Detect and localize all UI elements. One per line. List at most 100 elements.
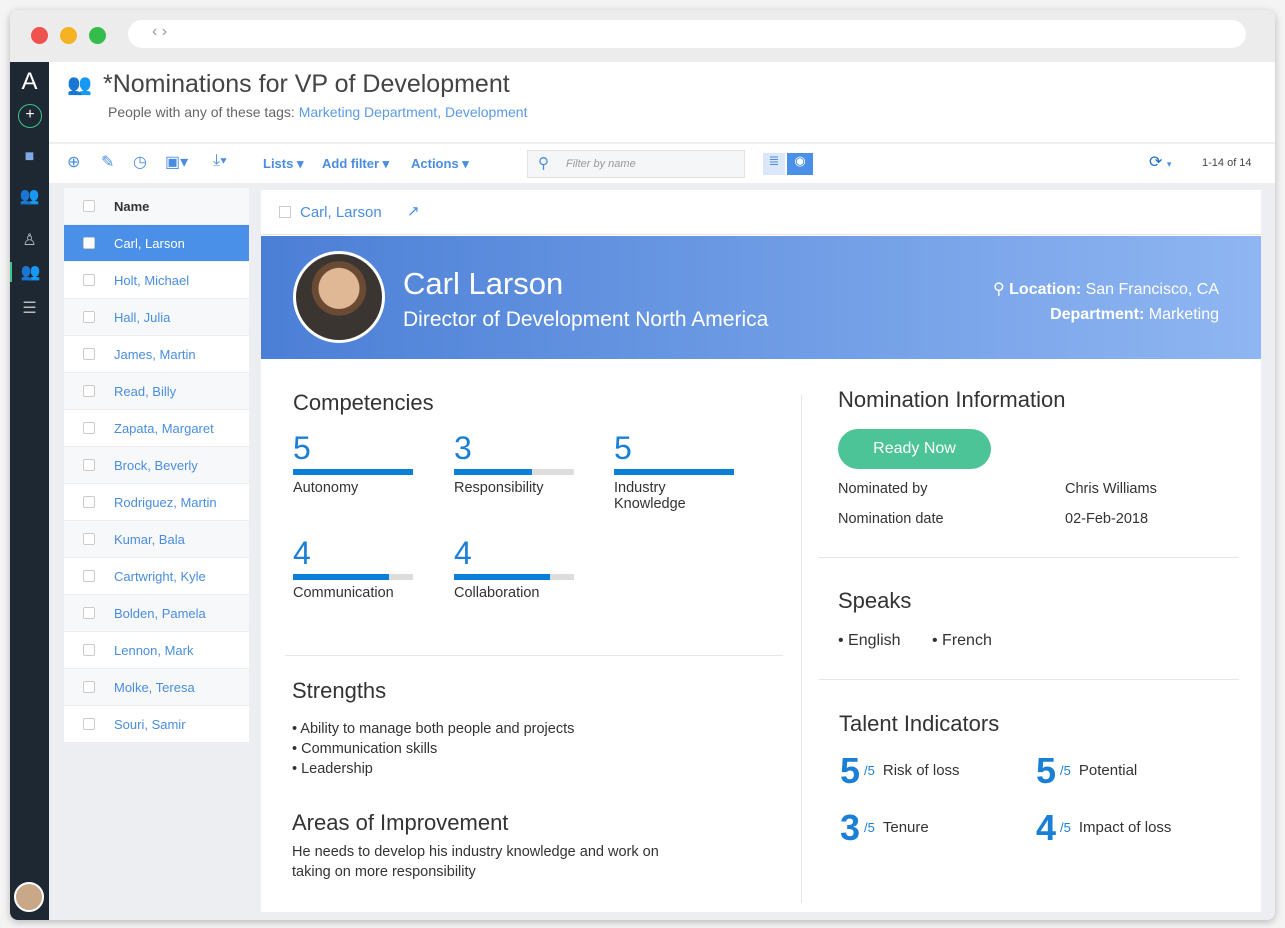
row-checkbox[interactable] <box>83 718 95 730</box>
download-icon[interactable]: ⤓▾ <box>213 152 227 170</box>
person-name[interactable]: Rodriguez, Martin <box>114 495 217 510</box>
competency: 5 Industry Knowledge <box>614 430 734 512</box>
person-name[interactable]: Lennon, Mark <box>114 643 194 658</box>
list-item[interactable]: Bolden, Pamela <box>64 595 249 632</box>
address-bar[interactable]: ‹ › <box>128 20 1246 48</box>
actions-menu[interactable]: Actions ▾ <box>411 156 469 172</box>
detail-panel: Carl, Larson ↗ Carl Larson Director of D… <box>261 190 1261 912</box>
app-logo: A <box>21 68 38 95</box>
row-checkbox[interactable] <box>83 644 95 656</box>
improvement-text: He needs to develop his industry knowled… <box>292 844 659 880</box>
filter-by-name-input[interactable]: ⚲ Filter by name <box>527 150 745 178</box>
row-checkbox[interactable] <box>83 274 95 286</box>
person-name[interactable]: Carl, Larson <box>114 236 185 251</box>
back-forward-icon[interactable]: ‹ › <box>152 23 167 40</box>
people-icon[interactable]: 👥 <box>10 186 49 206</box>
page-subtitle: People with any of these tags: Marketing… <box>108 104 527 120</box>
browser-window: ‹ › A + ■ 👥 ♙ 👥 ☰ 👥 *Nominations for VP … <box>10 10 1275 920</box>
list-item[interactable]: Kumar, Bala <box>64 521 249 558</box>
settings-sliders-icon[interactable]: ☰ <box>10 298 49 318</box>
refresh-icon[interactable]: ⟳ ▾ <box>1149 152 1171 172</box>
user-avatar[interactable] <box>14 882 44 912</box>
row-checkbox[interactable] <box>83 681 95 693</box>
nominated-by-label: Nominated by <box>838 481 928 497</box>
profile-photo <box>293 251 385 343</box>
person-name[interactable]: Zapata, Margaret <box>114 421 214 436</box>
person-link[interactable]: Carl, Larson <box>300 204 382 221</box>
list-item[interactable]: James, Martin <box>64 336 249 373</box>
folders-icon[interactable]: ■ <box>10 148 49 166</box>
history-icon[interactable]: ◷ <box>133 152 147 172</box>
row-checkbox[interactable] <box>83 496 95 508</box>
row-checkbox[interactable] <box>83 385 95 397</box>
list-item[interactable]: Souri, Samir <box>64 706 249 743</box>
person-name[interactable]: Souri, Samir <box>114 717 186 732</box>
person-icon[interactable]: ♙ <box>10 230 49 250</box>
list-item[interactable]: Hall, Julia <box>64 299 249 336</box>
row-checkbox[interactable] <box>83 459 95 471</box>
select-checkbox[interactable] <box>279 206 291 218</box>
person-name[interactable]: Kumar, Bala <box>114 532 185 547</box>
language: • English <box>838 632 901 649</box>
list-item[interactable]: Carl, Larson <box>64 225 249 262</box>
save-icon[interactable]: ▣▾ <box>165 152 188 172</box>
row-checkbox[interactable] <box>83 607 95 619</box>
profile-meta: ⚲ Location: San Francisco, CA Department… <box>992 281 1219 323</box>
list-item[interactable]: Cartwright, Kyle <box>64 558 249 595</box>
competency: 5 Autonomy <box>293 430 413 496</box>
list-item[interactable]: Read, Billy <box>64 373 249 410</box>
search-icon: ⚲ <box>538 155 549 172</box>
list-item[interactable]: Rodriguez, Martin <box>64 484 249 521</box>
nomination-title: Nomination Information <box>838 387 1066 412</box>
person-name[interactable]: Read, Billy <box>114 384 176 399</box>
location-pin-icon: ⚲ <box>992 281 1010 298</box>
groups-icon[interactable]: 👥 <box>10 262 49 282</box>
person-name[interactable]: Holt, Michael <box>114 273 189 288</box>
list-item[interactable]: Lennon, Mark <box>64 632 249 669</box>
app-sidebar: A + ■ 👥 ♙ 👥 ☰ <box>10 62 49 920</box>
row-checkbox[interactable] <box>83 237 95 249</box>
person-name[interactable]: Brock, Beverly <box>114 458 198 473</box>
list-item[interactable]: Brock, Beverly <box>64 447 249 484</box>
edit-pencil-icon[interactable]: ✎ <box>101 152 114 172</box>
profile-role: Director of Development North America <box>403 308 769 331</box>
tag-links[interactable]: Marketing Department, Development <box>299 104 528 120</box>
minimize-window-button[interactable] <box>60 27 77 44</box>
row-checkbox[interactable] <box>83 311 95 323</box>
nominated-by-value: Chris Williams <box>1065 481 1157 497</box>
maximize-window-button[interactable] <box>89 27 106 44</box>
list-item[interactable]: Holt, Michael <box>64 262 249 299</box>
open-external-icon[interactable]: ↗ <box>407 202 420 220</box>
add-icon[interactable]: + <box>18 104 42 128</box>
talent-title: Talent Indicators <box>839 711 1000 736</box>
person-name[interactable]: Cartwright, Kyle <box>114 569 206 584</box>
nomination-date-label: Nomination date <box>838 511 944 527</box>
competency: 4 Communication <box>293 535 413 601</box>
person-name[interactable]: Hall, Julia <box>114 310 170 325</box>
person-name[interactable]: James, Martin <box>114 347 196 362</box>
row-checkbox[interactable] <box>83 533 95 545</box>
add-filter-menu[interactable]: Add filter ▾ <box>322 156 389 172</box>
competency-bar <box>293 469 413 475</box>
title-bar: ‹ › <box>10 10 1275 62</box>
list-view-icon[interactable]: ≣ <box>763 153 785 175</box>
page-title: *Nominations for VP of Development <box>103 70 510 98</box>
list-item[interactable]: Zapata, Margaret <box>64 410 249 447</box>
people-list: Name Carl, Larson Holt, Michael Hall, Juli… <box>64 188 249 743</box>
lists-menu[interactable]: Lists ▾ <box>263 156 303 172</box>
person-name[interactable]: Molke, Teresa <box>114 680 195 695</box>
add-icon[interactable]: ⊕ <box>67 152 80 172</box>
row-checkbox[interactable] <box>83 348 95 360</box>
close-window-button[interactable] <box>31 27 48 44</box>
row-checkbox[interactable] <box>83 570 95 582</box>
talent-indicator: 5/5 Potential <box>1036 750 1138 791</box>
preview-eye-icon[interactable]: ◉ <box>787 153 813 175</box>
list-item[interactable]: Molke, Teresa <box>64 669 249 706</box>
person-name[interactable]: Bolden, Pamela <box>114 606 206 621</box>
select-all-checkbox[interactable] <box>83 200 95 212</box>
profile-name: Carl Larson <box>403 266 564 301</box>
row-checkbox[interactable] <box>83 422 95 434</box>
nomination-date-value: 02-Feb-2018 <box>1065 511 1149 527</box>
competency: 4 Collaboration <box>454 535 574 601</box>
detail-header: Carl, Larson ↗ <box>261 190 1261 235</box>
